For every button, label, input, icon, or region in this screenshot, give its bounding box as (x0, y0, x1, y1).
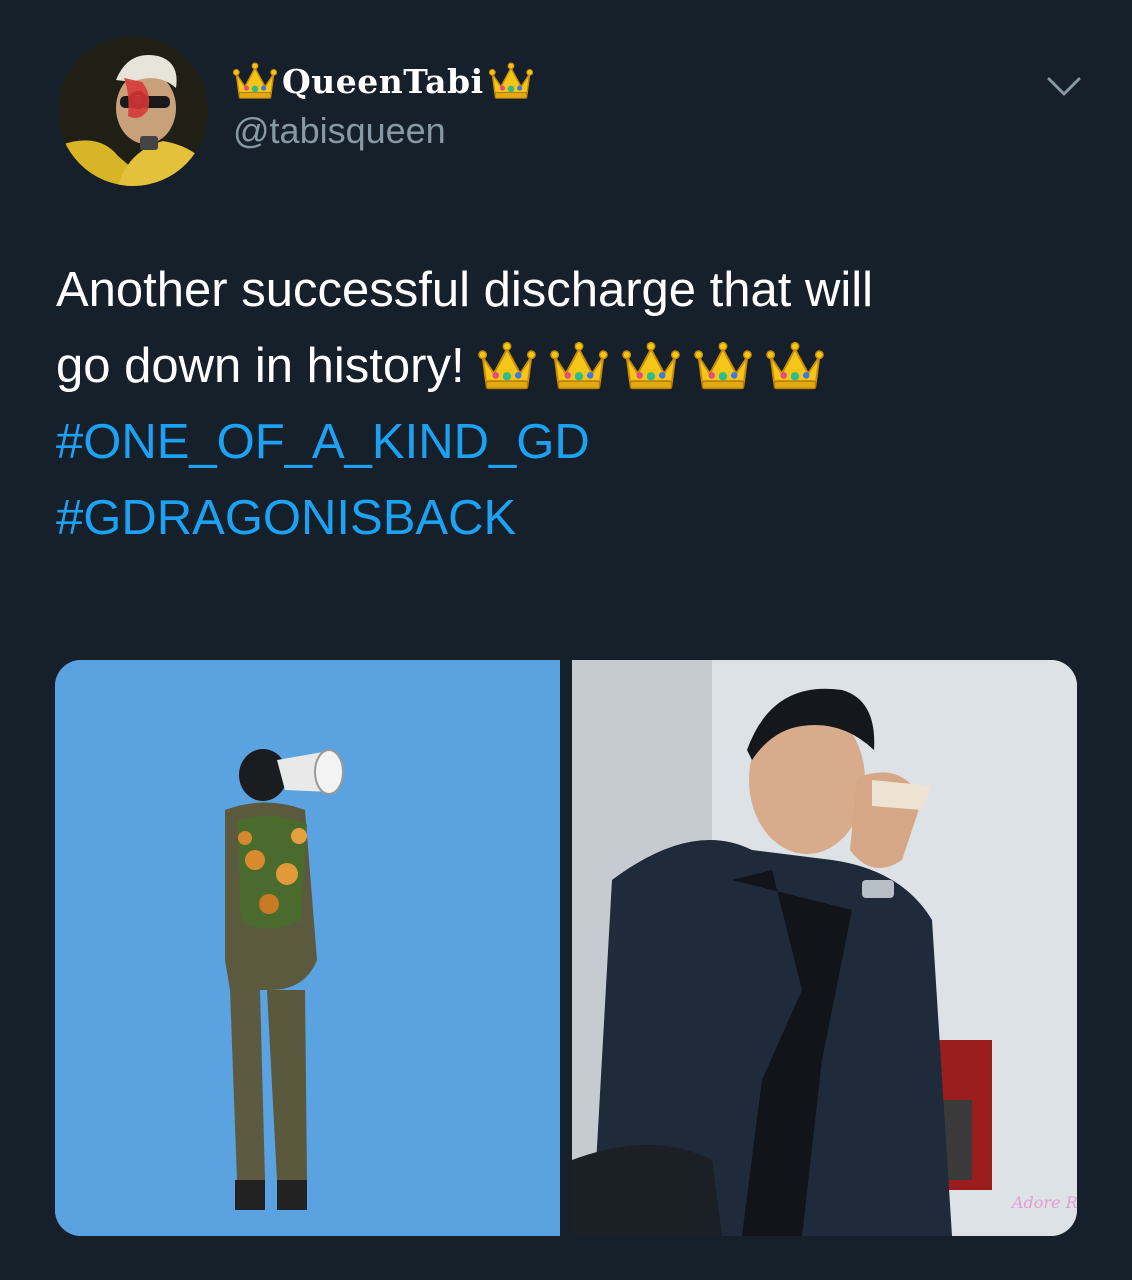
crown-icon (621, 336, 681, 396)
avatar-photo-icon (58, 36, 208, 186)
crown-icon (232, 58, 278, 104)
crown-icon (549, 336, 609, 396)
tweet-text: Another successful discharge that will g… (56, 252, 1086, 556)
media-grid: Adore Ri (55, 660, 1077, 1236)
media-photo-right[interactable]: Adore Ri (572, 660, 1077, 1236)
user-avatar[interactable] (58, 36, 208, 186)
tweet-line-2-text: go down in history! (56, 339, 465, 393)
soldier-with-megaphone-photo-icon (55, 660, 560, 1236)
watermark-text: Adore Ri (1010, 1193, 1077, 1212)
tweet-card: QueenTabi @tabisqueen Another successful… (0, 0, 1132, 1280)
user-handle[interactable]: @tabisqueen (233, 110, 446, 152)
tweet-line-1: Another successful discharge that will (56, 263, 874, 317)
crown-icon (488, 58, 534, 104)
display-name: QueenTabi (282, 61, 484, 101)
hashtag-link[interactable]: #GDRAGONISBACK (56, 480, 1086, 556)
crown-icon (765, 336, 825, 396)
media-photo-left[interactable] (55, 660, 560, 1236)
crown-icon (477, 336, 537, 396)
hashtag-link[interactable]: #ONE_OF_A_KIND_GD (56, 404, 1086, 480)
tweet-line-2: go down in history! (56, 328, 1086, 404)
crown-icon (693, 336, 753, 396)
chevron-down-icon[interactable] (1046, 74, 1082, 100)
man-wiping-tears-photo-icon: Adore Ri (572, 660, 1077, 1236)
display-name-row[interactable]: QueenTabi (232, 56, 534, 106)
